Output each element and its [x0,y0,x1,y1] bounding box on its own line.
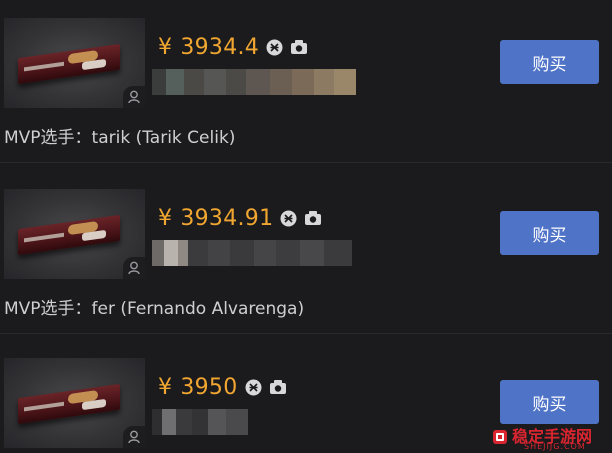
player-icon [123,86,145,108]
seller-info-blurred [152,409,248,435]
watermark-domain: SHEJIJG.COM [524,442,586,451]
capsule-image [18,214,120,256]
price: ¥3950 [158,374,238,400]
price-row: ¥3950 [158,372,286,402]
item-thumbnail[interactable] [4,358,145,448]
wear-badge-icon [280,210,297,227]
sticker-icon [304,210,322,227]
capsule-image [18,43,120,85]
divider [0,333,612,334]
site-watermark: 稳定手游网 SHEJIJG.COM [488,423,612,453]
player-icon [123,257,145,279]
sticker-icon [269,379,286,396]
price-row: ¥3934.4 [158,32,308,62]
sticker-icon [290,39,308,56]
price: ¥3934.4 [158,34,260,60]
item-thumbnail[interactable] [4,189,145,279]
seller-info-blurred [152,69,356,95]
buy-button[interactable]: 购买 [500,380,599,424]
capsule-image [18,383,120,425]
buy-button[interactable]: 购买 [500,211,599,255]
player-icon [123,426,145,448]
wear-badge-icon [245,379,262,396]
mvp-player-label: MVP选手：fer (Fernando Alvarenga) [4,299,305,319]
buy-button[interactable]: 购买 [500,40,599,84]
item-thumbnail[interactable] [4,18,145,108]
price: ¥3934.91 [158,205,274,231]
seller-info-blurred [152,240,352,266]
watermark-logo-icon [493,430,507,444]
mvp-player-label: MVP选手：tarik (Tarik Celik) [4,128,236,148]
divider [0,162,612,163]
wear-badge-icon [266,39,283,56]
price-row: ¥3934.91 [158,203,322,233]
